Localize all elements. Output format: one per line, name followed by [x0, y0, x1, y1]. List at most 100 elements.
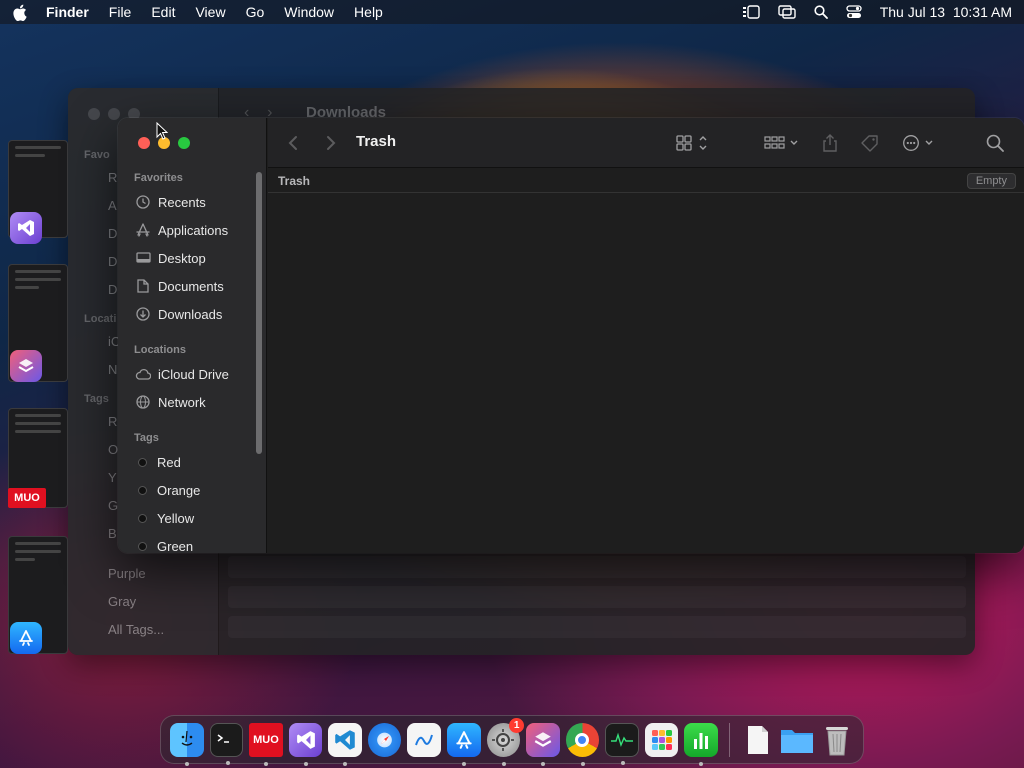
- sidebar-item-label: iCloud Drive: [158, 366, 229, 382]
- muo-badge: MUO: [8, 488, 46, 508]
- sidebar-item-applications[interactable]: Applications: [134, 217, 258, 243]
- background-tags-list: Purple Gray All Tags...: [108, 566, 165, 637]
- tag-dot-icon: [138, 485, 147, 495]
- menu-window[interactable]: Window: [284, 4, 334, 20]
- empty-trash-button[interactable]: Empty: [966, 173, 1016, 189]
- sidebar-item-downloads[interactable]: Downloads: [134, 301, 258, 327]
- activity-monitor-icon[interactable]: [605, 722, 639, 765]
- finder-window[interactable]: Favorites Recents Applications Desktop D…: [118, 118, 1024, 553]
- trash-header-label: Trash: [278, 174, 311, 188]
- sidebar-tag-yellow[interactable]: Yellow: [134, 505, 258, 531]
- sidebar-item-label: Orange: [157, 482, 201, 498]
- menu-clock[interactable]: Thu Jul 13 10:31 AM: [880, 4, 1012, 20]
- sidebar-item-label: Downloads: [158, 306, 223, 322]
- applications-icon: [134, 221, 152, 239]
- file-content-area[interactable]: [268, 194, 1024, 553]
- menu-edit[interactable]: Edit: [151, 4, 175, 20]
- sidebar-section-locations: Locations: [134, 344, 186, 356]
- numbers-icon[interactable]: [684, 722, 718, 766]
- menu-app-name[interactable]: Finder: [46, 4, 89, 20]
- share-icon: [823, 134, 837, 152]
- sidebar-item-recents[interactable]: Recents: [134, 189, 258, 215]
- system-settings-icon[interactable]: 1: [486, 717, 525, 766]
- visual-studio-icon[interactable]: [288, 722, 323, 766]
- folder-icon[interactable]: [780, 723, 814, 757]
- sidebar-item-label: Red: [157, 454, 181, 470]
- shortcuts-icon[interactable]: [526, 722, 560, 766]
- muo-icon[interactable]: MUO: [249, 722, 283, 766]
- chrome-icon[interactable]: [565, 722, 600, 766]
- sidebar-tag-orange[interactable]: Orange: [134, 477, 258, 503]
- sidebar-item-label: Green: [157, 538, 194, 554]
- sidebar-item-label: Network: [158, 394, 206, 410]
- app-store-badge-icon: [10, 622, 42, 654]
- sidebar-item-label: Desktop: [158, 250, 206, 266]
- apple-menu-icon[interactable]: [12, 4, 30, 21]
- menu-bar: Finder File Edit View Go Window Help Thu…: [0, 0, 1024, 24]
- view-options-button[interactable]: [676, 131, 710, 155]
- stage-thumbnail-1[interactable]: [8, 140, 68, 244]
- forward-button[interactable]: [326, 131, 336, 155]
- action-menu-button[interactable]: [902, 131, 936, 155]
- menu-go[interactable]: Go: [246, 4, 265, 20]
- tag-dot-icon: [138, 541, 147, 551]
- sidebar-item-network[interactable]: Network: [134, 389, 258, 415]
- sidebar-tag-red[interactable]: Red: [134, 449, 258, 475]
- maximize-window-button[interactable]: [178, 137, 190, 149]
- back-button[interactable]: [288, 131, 298, 155]
- sidebar-item-desktop[interactable]: Desktop: [134, 245, 258, 271]
- shortcuts-badge-icon: [10, 350, 42, 382]
- notification-badge: 1: [509, 717, 525, 733]
- sidebar-item-label: Recents: [158, 194, 206, 210]
- trash-header-bar: Trash Empty: [268, 169, 1024, 193]
- spotlight-search-icon[interactable]: [814, 5, 828, 19]
- menu-file[interactable]: File: [109, 4, 132, 20]
- launchpad-icon[interactable]: [644, 722, 679, 757]
- search-icon: [986, 134, 1004, 152]
- share-button[interactable]: [822, 131, 838, 155]
- sidebar-tag-green[interactable]: Green: [134, 533, 258, 553]
- tag-dot-icon: [138, 457, 147, 467]
- group-options-button[interactable]: [764, 131, 800, 155]
- terminal-icon[interactable]: [209, 722, 244, 765]
- app-store-icon[interactable]: [446, 722, 481, 766]
- sidebar-item-documents[interactable]: Documents: [134, 273, 258, 299]
- stage-thumbnail-3[interactable]: MUO: [8, 408, 68, 508]
- menu-help[interactable]: Help: [354, 4, 383, 20]
- sidebar-item-label: Yellow: [157, 510, 195, 526]
- background-file-rows: [228, 556, 966, 646]
- stage-thumbnail-2[interactable]: [8, 264, 68, 382]
- sidebar-item-icloud-drive[interactable]: iCloud Drive: [134, 361, 258, 387]
- download-icon: [134, 305, 152, 323]
- cloud-icon: [134, 365, 152, 383]
- tags-button[interactable]: [860, 131, 880, 155]
- vscode-icon[interactable]: [328, 722, 362, 766]
- trash-icon[interactable]: [820, 723, 854, 757]
- close-window-button[interactable]: [138, 137, 150, 149]
- clock-icon: [134, 193, 152, 211]
- sidebar-scrollbar[interactable]: [256, 172, 262, 454]
- menu-view[interactable]: View: [195, 4, 225, 20]
- sidebar-section-tags: Tags: [134, 432, 159, 444]
- search-button[interactable]: [986, 131, 1004, 155]
- recent-document-icon[interactable]: [741, 723, 775, 757]
- sidebar-section-favorites: Favorites: [134, 172, 183, 184]
- desktop-icon: [134, 249, 152, 267]
- visual-studio-badge-icon: [10, 212, 42, 244]
- screen-mirroring-icon[interactable]: [777, 5, 796, 19]
- safari-icon[interactable]: [367, 722, 402, 757]
- grid-view-icon: [676, 135, 707, 151]
- freeform-icon[interactable]: [407, 722, 441, 757]
- window-title: Trash: [356, 133, 397, 150]
- sidebar-item-label: Documents: [158, 278, 224, 294]
- dock-separator: [728, 722, 730, 757]
- stage-manager-icon[interactable]: [742, 5, 760, 19]
- globe-icon: [134, 393, 152, 411]
- document-icon: [134, 277, 152, 295]
- finder-icon[interactable]: [170, 722, 204, 766]
- finder-toolbar: Trash: [268, 118, 1024, 168]
- ellipsis-circle-icon: [903, 135, 933, 151]
- chevron-right-icon: [327, 136, 336, 150]
- control-center-icon[interactable]: [846, 5, 862, 19]
- stage-thumbnail-4[interactable]: [8, 536, 68, 654]
